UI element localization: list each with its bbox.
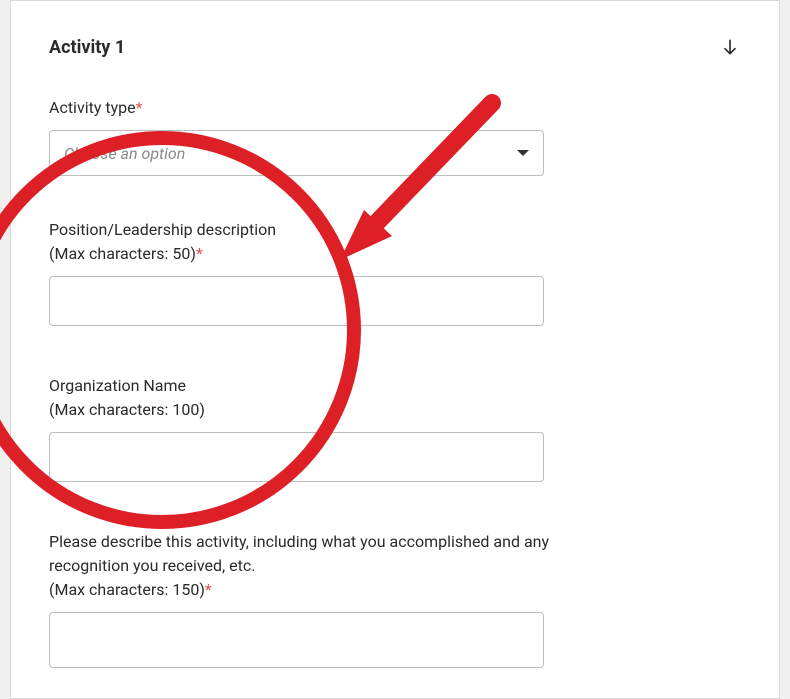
activity-type-select[interactable]: Choose an option	[49, 130, 544, 176]
label-text-line1: Please describe this activity, including…	[49, 532, 549, 575]
label-text-line2: (Max characters: 50)*	[49, 242, 741, 266]
activity-type-label: Activity type*	[49, 96, 741, 120]
select-placeholder: Choose an option	[64, 144, 185, 163]
position-label: Position/Leadership description (Max cha…	[49, 218, 741, 266]
label-text: Activity type	[49, 98, 136, 117]
card-title: Activity 1	[49, 37, 125, 58]
organization-field: Organization Name (Max characters: 100)	[49, 374, 741, 482]
chevron-down-icon	[517, 150, 529, 156]
label-text-line2: (Max characters: 150)*	[49, 578, 559, 602]
required-mark: *	[196, 244, 203, 263]
label-text-line1: Organization Name	[49, 376, 186, 395]
collapse-arrow-icon[interactable]	[719, 36, 741, 58]
organization-label: Organization Name (Max characters: 100)	[49, 374, 741, 422]
label-text-line1: Position/Leadership description	[49, 220, 276, 239]
required-mark: *	[136, 98, 143, 117]
card-header: Activity 1	[49, 36, 741, 58]
description-input[interactable]	[49, 612, 544, 668]
activity-type-select-wrap: Choose an option	[49, 130, 544, 176]
description-field: Please describe this activity, including…	[49, 530, 741, 672]
description-label: Please describe this activity, including…	[49, 530, 559, 602]
organization-input[interactable]	[49, 432, 544, 482]
activity-card: Activity 1 Activity type* Choose an opti…	[10, 0, 780, 699]
position-field: Position/Leadership description (Max cha…	[49, 218, 741, 326]
position-input[interactable]	[49, 276, 544, 326]
activity-type-field: Activity type* Choose an option	[49, 96, 741, 176]
label-text-line2: (Max characters: 100)	[49, 398, 741, 422]
required-mark: *	[205, 580, 212, 599]
